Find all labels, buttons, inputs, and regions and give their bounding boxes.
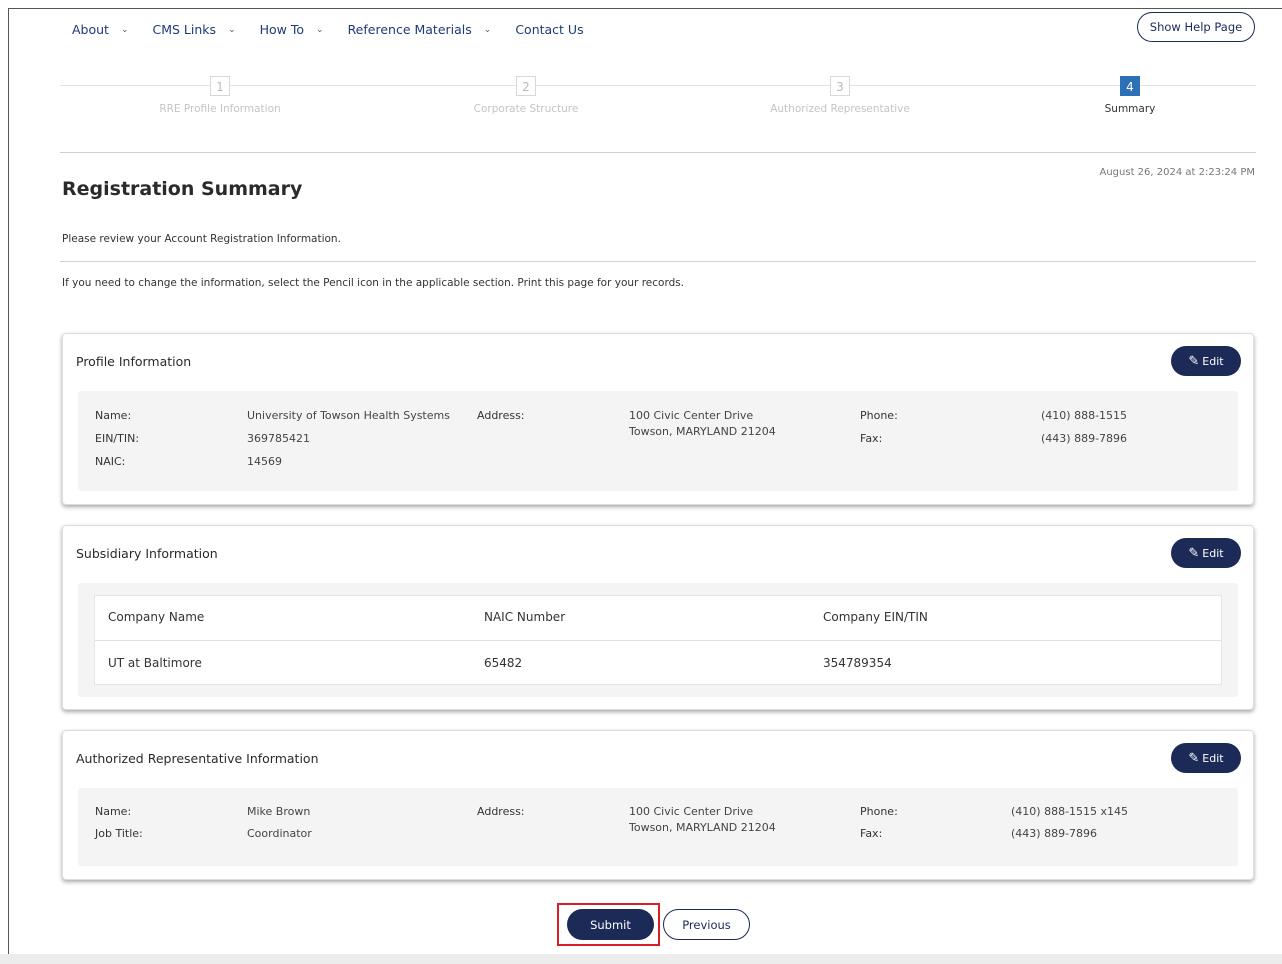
step-label: Authorized Representative <box>770 103 910 115</box>
profile-details: Name: University of Towson Health System… <box>78 391 1238 491</box>
pencil-icon: ✎ <box>1188 545 1200 561</box>
pencil-icon: ✎ <box>1188 353 1200 369</box>
phone-label: Phone: <box>860 409 898 422</box>
name-value: Mike Brown <box>247 805 311 818</box>
step-4: 4 Summary <box>1030 76 1230 115</box>
nav-item-label: CMS Links <box>152 22 217 37</box>
step-label: RRE Profile Information <box>159 103 281 115</box>
fax-value: (443) 889-7896 <box>1041 432 1128 445</box>
show-help-page-button[interactable]: Show Help Page <box>1137 12 1255 42</box>
previous-button[interactable]: Previous <box>663 909 750 940</box>
name-label: Name: <box>95 805 132 818</box>
phone-value: (410) 888-1515 x145 <box>1011 805 1129 818</box>
card-title: Profile Information <box>76 354 192 369</box>
chevron-down-icon: ⌄ <box>483 24 492 35</box>
address-line1: 100 Civic Center Drive <box>629 805 754 818</box>
job-title-label: Job Title: <box>95 827 143 840</box>
nav-item-label: About <box>72 22 109 37</box>
address-line2: Towson, MARYLAND 21204 <box>629 425 776 438</box>
submit-button[interactable]: Submit <box>567 909 654 940</box>
table-cell: UT at Baltimore <box>108 656 202 670</box>
chevron-down-icon: ⌄ <box>228 24 236 35</box>
subsidiary-table: Company Name NAIC Number Company EIN/TIN… <box>94 595 1222 685</box>
address-label: Address: <box>477 805 525 818</box>
address-label: Address: <box>477 409 525 422</box>
subsidiary-details: Company Name NAIC Number Company EIN/TIN… <box>78 583 1238 697</box>
step-number: 2 <box>516 76 536 96</box>
column-header: Company EIN/TIN <box>823 610 928 624</box>
nav-item-label: Reference Materials <box>347 22 472 37</box>
representative-card: Authorized Representative Information ✎ … <box>62 730 1254 880</box>
divider <box>60 152 1256 153</box>
step-number: 4 <box>1120 76 1140 96</box>
step-number: 3 <box>830 76 850 96</box>
fax-value: (443) 889-7896 <box>1011 827 1098 840</box>
nav-item-cms-links[interactable]: CMS Links ⌄ <box>153 22 236 37</box>
profile-card: Profile Information ✎ Edit Name: Univers… <box>62 333 1254 505</box>
subsidiary-card: Subsidiary Information ✎ Edit Company Na… <box>62 525 1254 710</box>
edit-label: Edit <box>1202 354 1224 368</box>
step-label: Corporate Structure <box>473 103 579 115</box>
edit-profile-button[interactable]: ✎ Edit <box>1171 346 1241 376</box>
naic-value: 14569 <box>247 455 282 468</box>
fax-label: Fax: <box>860 432 883 445</box>
step-number: 1 <box>210 76 230 96</box>
nav-item-label: How To <box>259 22 305 37</box>
timestamp: August 26, 2024 at 2:23:24 PM <box>1099 167 1256 178</box>
step-label: Summary <box>1104 103 1156 115</box>
footer-strip <box>0 954 1282 964</box>
edit-representative-button[interactable]: ✎ Edit <box>1171 743 1241 773</box>
column-header: Company Name <box>108 610 205 624</box>
nav-item-how-to[interactable]: How To ⌄ <box>260 22 324 37</box>
card-title: Authorized Representative Information <box>76 751 319 766</box>
address-line2: Towson, MARYLAND 21204 <box>629 821 776 834</box>
page-title: Registration Summary <box>62 178 303 200</box>
card-title: Subsidiary Information <box>76 546 218 561</box>
job-title-value: Coordinator <box>247 827 312 840</box>
representative-details: Name: Mike Brown Job Title: Coordinator … <box>78 788 1238 866</box>
top-nav: About ⌄ CMS Links ⌄ How To ⌄ Reference M… <box>72 22 608 37</box>
step-3: 3 Authorized Representative <box>740 76 940 115</box>
naic-label: NAIC: <box>95 455 126 468</box>
edit-subsidiary-button[interactable]: ✎ Edit <box>1171 538 1241 568</box>
table-cell: 354789354 <box>823 656 892 670</box>
pencil-icon: ✎ <box>1188 750 1200 766</box>
ein-label: EIN/TIN: <box>95 432 140 445</box>
nav-item-label: Contact Us <box>515 22 584 37</box>
fax-label: Fax: <box>860 827 883 840</box>
step-2: 2 Corporate Structure <box>426 76 626 115</box>
divider <box>60 261 1256 262</box>
name-label: Name: <box>95 409 132 422</box>
nav-item-about[interactable]: About ⌄ <box>72 22 129 37</box>
nav-item-reference-materials[interactable]: Reference Materials ⌄ <box>348 22 492 37</box>
edit-label: Edit <box>1202 546 1224 560</box>
instructions-text: If you need to change the information, s… <box>62 277 685 289</box>
address-line1: 100 Civic Center Drive <box>629 409 754 422</box>
ein-value: 369785421 <box>247 432 310 445</box>
chevron-down-icon: ⌄ <box>316 24 324 35</box>
nav-item-contact-us[interactable]: Contact Us <box>515 22 583 37</box>
edit-label: Edit <box>1202 751 1224 765</box>
step-1: 1 RRE Profile Information <box>120 76 320 115</box>
table-header: Company Name NAIC Number Company EIN/TIN <box>95 596 1221 641</box>
table-cell: 65482 <box>484 656 523 670</box>
intro-text: Please review your Account Registration … <box>62 233 341 245</box>
phone-value: (410) 888-1515 <box>1041 409 1128 422</box>
phone-label: Phone: <box>860 805 898 818</box>
column-header: NAIC Number <box>484 610 566 624</box>
name-value: University of Towson Health Systems <box>247 409 450 422</box>
chevron-down-icon: ⌄ <box>120 24 129 35</box>
